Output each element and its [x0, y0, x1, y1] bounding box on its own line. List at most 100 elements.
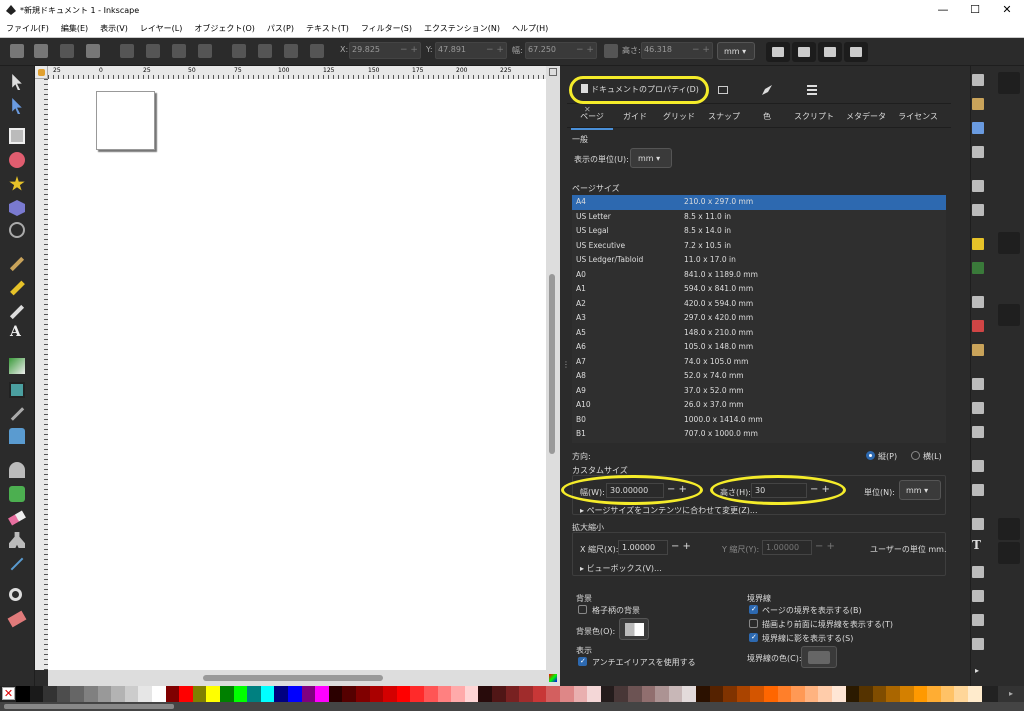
landscape-radio[interactable]	[911, 451, 920, 460]
palette-swatch[interactable]	[927, 686, 941, 702]
layers-icon[interactable]	[972, 566, 984, 578]
palette-swatch[interactable]	[845, 686, 860, 702]
scale-x-input[interactable]: 1.00000	[618, 540, 668, 555]
select-all-icon[interactable]	[10, 44, 24, 58]
palette-swatch[interactable]	[124, 686, 139, 702]
ellipse-tool-icon[interactable]	[9, 152, 25, 168]
palette-swatch[interactable]	[859, 686, 873, 702]
palette-swatch[interactable]	[138, 686, 152, 702]
more-commands-icon[interactable]: ▸	[975, 666, 979, 675]
palette-swatch[interactable]	[16, 686, 30, 702]
tab-fill-stroke-icon[interactable]	[762, 85, 772, 95]
raise-to-top-icon[interactable]	[232, 44, 246, 58]
subtab-page[interactable]: ページ	[571, 106, 613, 130]
ruler-horizontal[interactable]: 25 0 25 50 75 100 125 150 175 200 225	[48, 66, 546, 79]
w-minus-icon[interactable]: − +	[576, 45, 594, 55]
palette-swatch[interactable]	[913, 686, 928, 702]
subtab-guides[interactable]: ガイド	[613, 106, 657, 128]
redo-icon[interactable]	[972, 262, 984, 274]
palette-swatch[interactable]	[777, 686, 792, 702]
palette-swatch[interactable]	[736, 686, 751, 702]
palette-swatch[interactable]	[478, 686, 492, 702]
palette-swatch[interactable]	[505, 686, 520, 702]
select-all-layers-icon[interactable]	[34, 44, 48, 58]
copy-icon[interactable]	[972, 296, 984, 308]
viewbox-expander[interactable]: ▸ ビューボックス(V)...	[580, 563, 662, 574]
unlink-clone-icon[interactable]	[972, 426, 984, 438]
ruler-vertical[interactable]	[35, 79, 48, 670]
palette-swatch[interactable]	[940, 686, 955, 702]
palette-swatch[interactable]	[165, 686, 180, 702]
palette-swatch[interactable]	[247, 686, 261, 702]
palette-swatch[interactable]	[872, 686, 887, 702]
palette-swatch[interactable]	[369, 686, 384, 702]
palette-swatch[interactable]	[954, 686, 968, 702]
palette-swatch[interactable]	[111, 686, 125, 702]
eraser-tool-icon[interactable]	[8, 510, 26, 526]
x-minus-icon[interactable]: − +	[400, 45, 418, 55]
palette-swatch[interactable]	[573, 686, 588, 702]
h-minus-icon[interactable]: − +	[692, 45, 710, 55]
palette-swatch[interactable]	[519, 686, 533, 702]
page-size-row[interactable]: US Legal 8.5 x 14.0 in	[572, 224, 946, 239]
scale-corners-button[interactable]	[792, 42, 816, 62]
selector-tool-icon[interactable]	[12, 74, 22, 90]
clone-icon[interactable]	[972, 402, 984, 414]
drawing-canvas[interactable]	[48, 79, 546, 670]
scale-stroke-button[interactable]	[766, 42, 790, 62]
ungroup-icon[interactable]	[972, 484, 984, 496]
no-paint-swatch[interactable]: ✕	[2, 687, 15, 700]
palette-swatch[interactable]	[43, 686, 57, 702]
palette-swatch[interactable]	[29, 686, 44, 702]
palette-swatch[interactable]	[968, 686, 982, 702]
palette-menu-icon[interactable]: ▸	[998, 686, 1024, 702]
palette-swatch[interactable]	[492, 686, 506, 702]
open-file-icon[interactable]	[972, 98, 984, 110]
connector-tool-icon[interactable]	[9, 532, 25, 548]
raise-icon[interactable]	[258, 44, 272, 58]
palette-swatch[interactable]	[233, 686, 248, 702]
palette-swatch[interactable]	[655, 686, 669, 702]
page-size-row[interactable]: US Ledger/Tabloid 11.0 x 17.0 in	[572, 253, 946, 268]
subtab-color[interactable]: 色	[747, 106, 787, 128]
snap-bbox-button[interactable]	[998, 232, 1020, 254]
rotate-ccw-icon[interactable]	[120, 44, 134, 58]
dropper-tool-icon[interactable]	[10, 407, 25, 421]
palette-swatch[interactable]	[628, 686, 642, 702]
page-size-row[interactable]: A7 74.0 x 105.0 mm	[572, 355, 946, 370]
subtab-scripting[interactable]: スクリプト	[787, 106, 841, 128]
palette-swatch[interactable]	[682, 686, 696, 702]
checkerboard-checkbox[interactable]	[578, 605, 587, 614]
antialias-checkbox[interactable]	[578, 657, 587, 666]
spray-tool-icon[interactable]	[9, 486, 25, 502]
star-tool-icon[interactable]	[9, 176, 25, 191]
palette-swatch[interactable]	[260, 686, 275, 702]
cut-icon[interactable]	[972, 320, 984, 332]
custom-unit-dropdown[interactable]: mm ▾	[899, 480, 941, 500]
palette-swatch[interactable]	[424, 686, 438, 702]
pencil-tool-icon[interactable]	[9, 256, 25, 272]
palette-swatch[interactable]	[587, 686, 601, 702]
save-icon[interactable]	[972, 122, 984, 134]
palette-swatch[interactable]	[274, 686, 288, 702]
palette-swatch[interactable]	[804, 686, 819, 702]
minimize-button[interactable]: —	[928, 0, 958, 20]
deselect-icon[interactable]	[60, 44, 74, 58]
page-size-row[interactable]: A6 105.0 x 148.0 mm	[572, 340, 946, 355]
page-size-row[interactable]: A4 210.0 x 297.0 mm	[572, 195, 946, 210]
paste-icon[interactable]	[972, 344, 984, 356]
palette-swatch[interactable]	[410, 686, 424, 702]
palette-swatch[interactable]	[532, 686, 547, 702]
palette-swatch[interactable]	[437, 686, 452, 702]
border-on-top-checkbox[interactable]	[749, 619, 758, 628]
mesh-tool-icon[interactable]	[9, 382, 25, 398]
text-tool-icon[interactable]: A	[10, 324, 21, 340]
page-size-row[interactable]: A0 841.0 x 1189.0 mm	[572, 268, 946, 283]
palette-swatch[interactable]	[818, 686, 832, 702]
rectangle-tool-icon[interactable]	[9, 128, 25, 144]
horizontal-scroll-thumb[interactable]	[203, 675, 383, 681]
palette-swatch[interactable]	[97, 686, 112, 702]
document-page[interactable]	[96, 91, 155, 150]
flip-horizontal-icon[interactable]	[172, 44, 186, 58]
move-gradients-button[interactable]	[818, 42, 842, 62]
